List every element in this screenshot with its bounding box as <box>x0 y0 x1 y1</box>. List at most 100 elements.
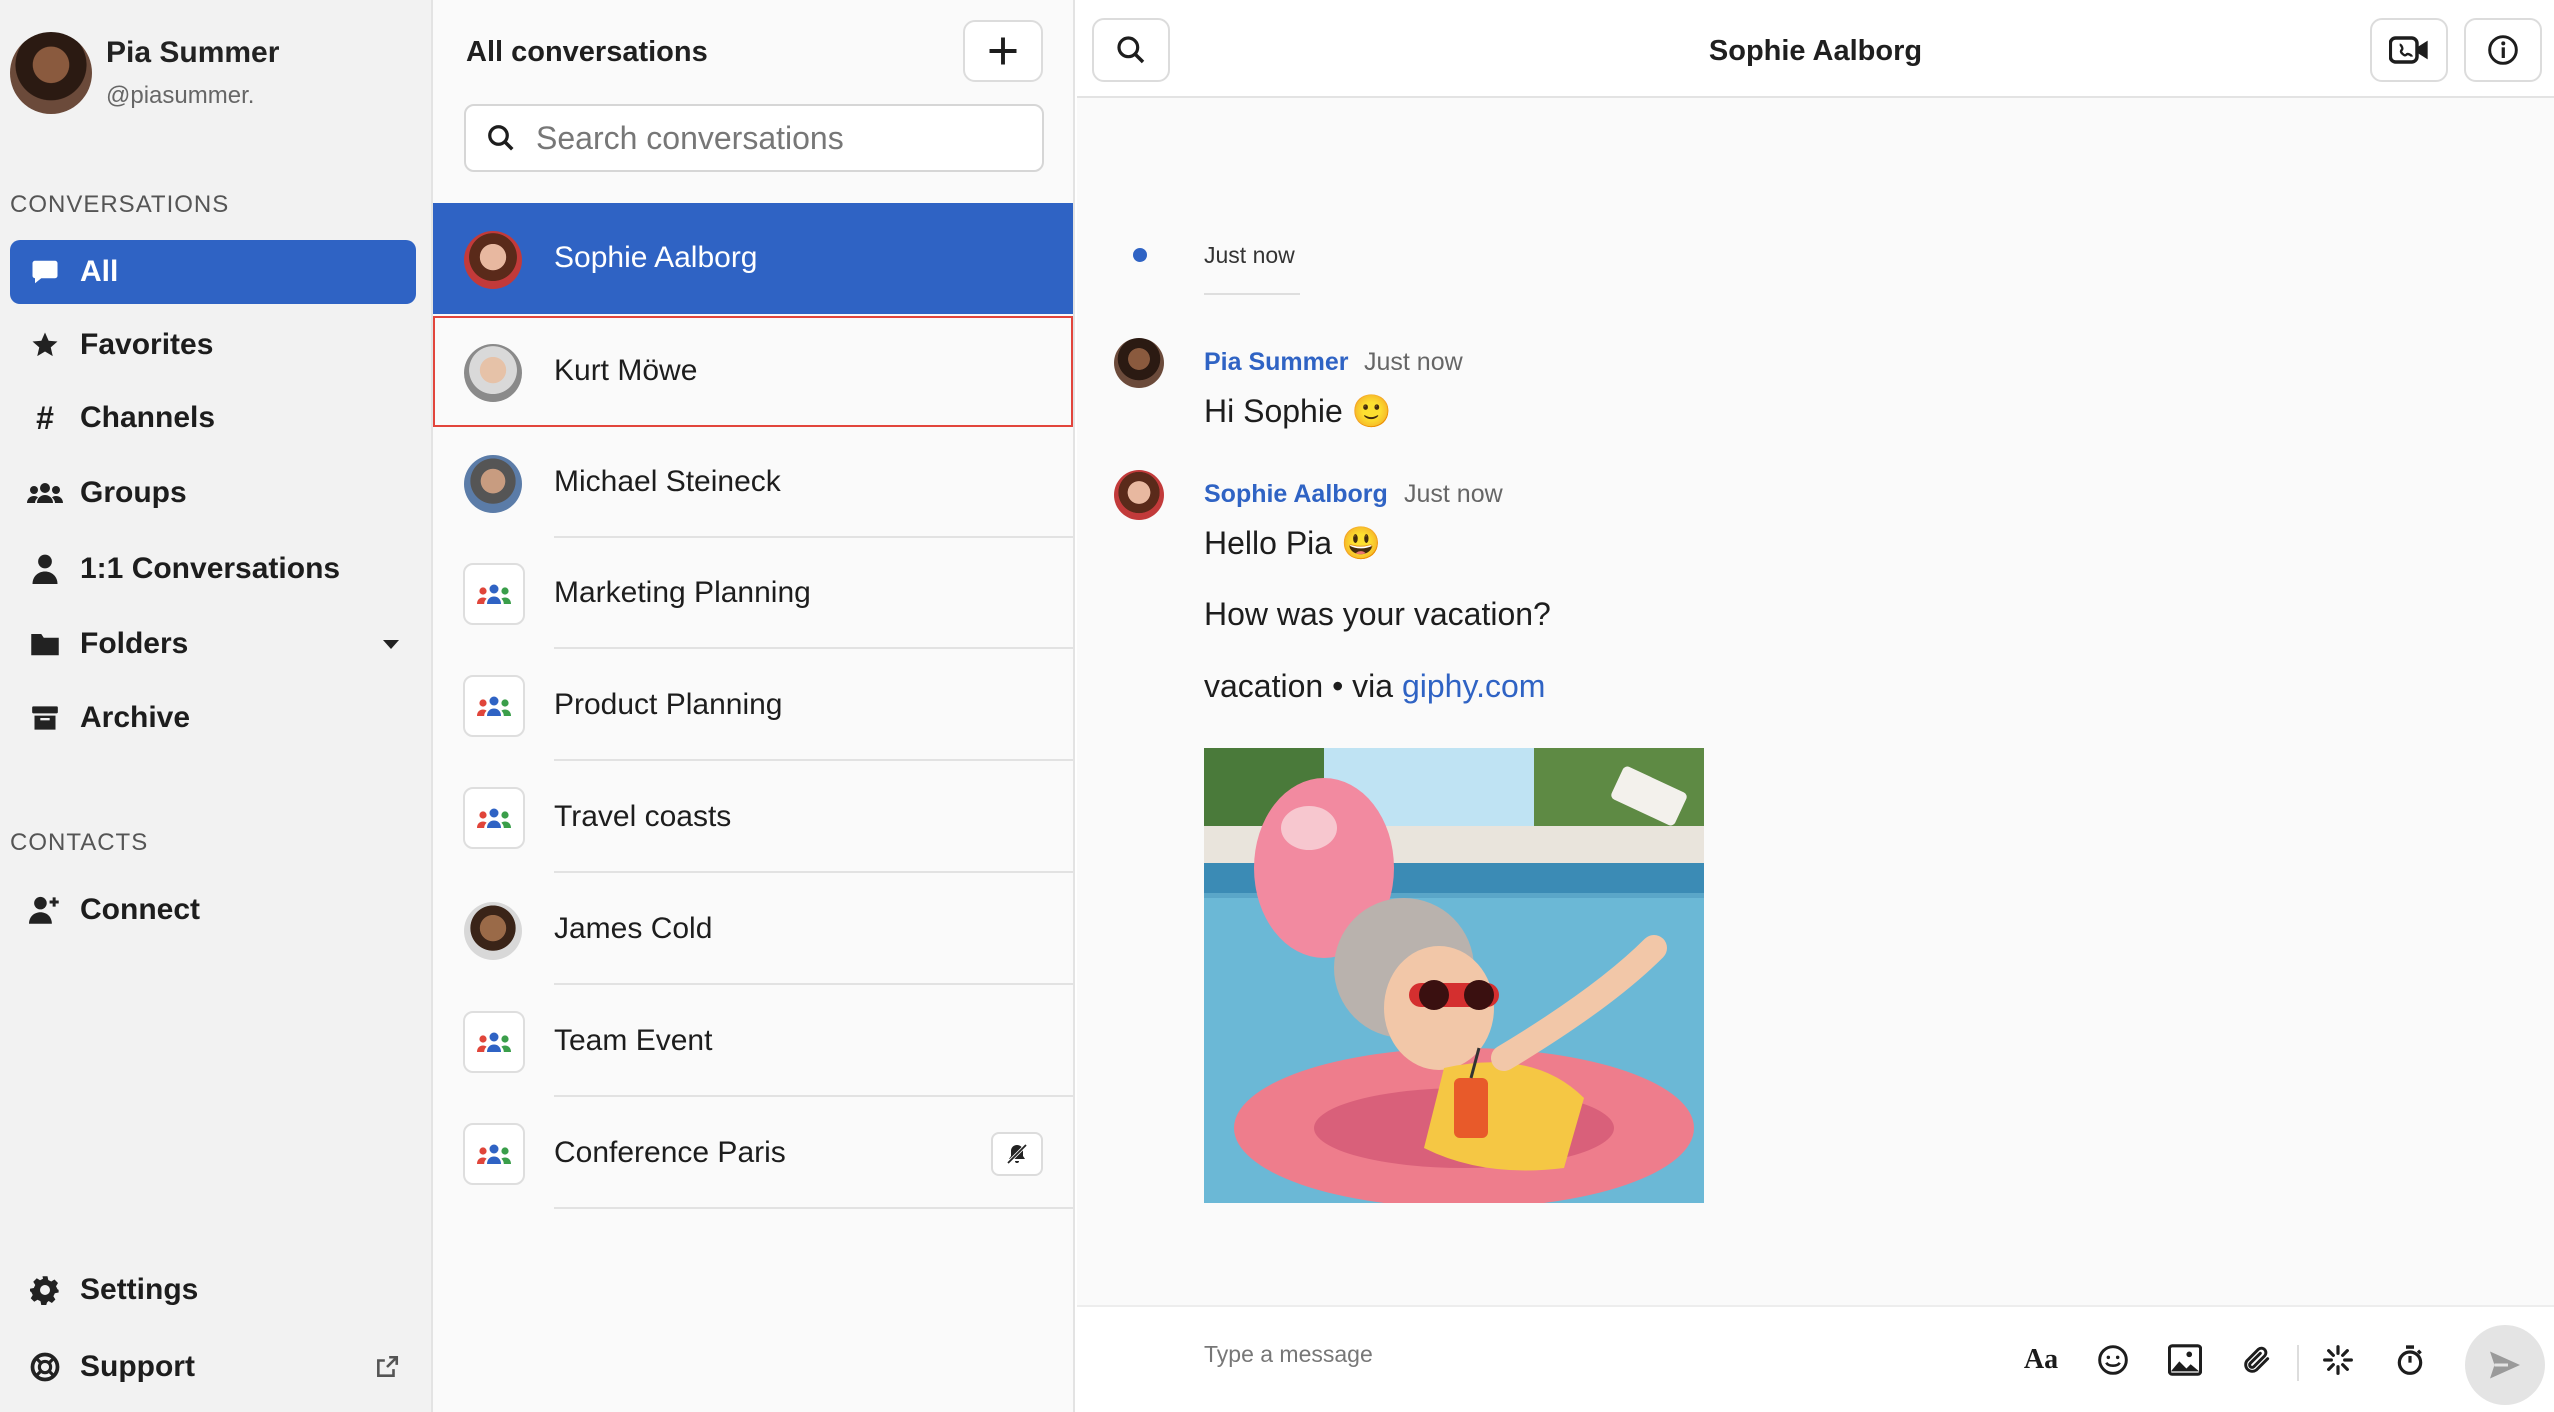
user-avatar <box>10 32 92 114</box>
gear-icon <box>10 1275 80 1305</box>
muted-bell-icon <box>991 1132 1043 1176</box>
attachment-button[interactable] <box>2232 1335 2282 1385</box>
user-profile[interactable]: Pia Summer @piasummer. <box>10 32 420 116</box>
sidebar-item-label: Channels <box>80 401 216 434</box>
folder-icon <box>10 631 80 657</box>
image-upload-button[interactable] <box>2160 1335 2210 1385</box>
conversation-item[interactable]: Travel coasts <box>433 762 1073 873</box>
message-text: Hi Sophie 🙂 <box>1204 393 1392 429</box>
avatar <box>464 455 522 513</box>
sidebar-item-connect[interactable]: Connect <box>10 878 416 942</box>
gif-image[interactable] <box>1204 748 1704 1203</box>
star-icon <box>10 330 80 360</box>
sidebar-item-label: 1:1 Conversations <box>80 552 341 585</box>
sidebar-item-label: Folders <box>80 627 189 660</box>
sidebar-item-archive[interactable]: Archive <box>10 686 416 750</box>
paperclip-icon <box>2244 1346 2270 1373</box>
sidebar-item-label: Favorites <box>80 328 214 361</box>
sidebar-item-label: Connect <box>80 893 200 926</box>
conversation-item[interactable]: Michael Steineck <box>433 427 1073 538</box>
info-button[interactable] <box>2464 18 2542 82</box>
image-icon <box>2168 1344 2202 1376</box>
sidebar-item-groups[interactable]: Groups <box>10 461 416 525</box>
lifebuoy-icon <box>10 1352 80 1382</box>
giphy-link[interactable]: giphy.com <box>1402 668 1545 704</box>
send-button[interactable] <box>2465 1325 2545 1405</box>
user-plus-icon <box>10 896 80 924</box>
message-sender[interactable]: Pia Summer <box>1204 348 1349 377</box>
avatar <box>1114 338 1164 388</box>
chat-bubble-icon <box>10 257 80 287</box>
gif-caption-text: vacation • via <box>1204 668 1402 704</box>
conversation-search[interactable] <box>464 104 1044 172</box>
sidebar-item-1-1-conversations[interactable]: 1:1 Conversations <box>10 537 416 601</box>
video-call-button[interactable] <box>2370 18 2448 82</box>
conversation-name: Travel coasts <box>554 800 732 833</box>
conversation-item[interactable]: Sophie Aalborg <box>433 203 1073 314</box>
sidebar-item-label: Archive <box>80 701 191 734</box>
sparkle-button[interactable] <box>2313 1335 2363 1385</box>
plus-icon <box>989 37 1017 65</box>
hashtag-icon: # <box>36 399 54 436</box>
sidebar-item-channels[interactable]: # Channels <box>10 386 416 450</box>
sparkle-icon <box>2323 1345 2353 1375</box>
conversation-name: Conference Paris <box>554 1136 786 1169</box>
toolbar-divider <box>2297 1345 2299 1381</box>
conversation-item[interactable]: Team Event <box>433 986 1073 1097</box>
contacts-section-label: CONTACTS <box>10 829 149 856</box>
conversations-section-label: CONVERSATIONS <box>10 191 230 218</box>
send-icon <box>2490 1351 2520 1379</box>
message-sender[interactable]: Sophie Aalborg <box>1204 480 1388 509</box>
conversation-list: All conversations Sophie Aalborg Kurt Mö… <box>433 0 1075 1412</box>
conversation-name: Sophie Aalborg <box>554 241 758 274</box>
group-icon <box>463 563 525 625</box>
message-text: How was your vacation? <box>1204 596 1551 632</box>
sidebar-item-label: All <box>80 255 119 288</box>
conversation-list-title: All conversations <box>466 36 708 68</box>
new-conversation-button[interactable] <box>963 20 1043 82</box>
video-camera-icon <box>2389 36 2428 64</box>
sidebar-item-favorites[interactable]: Favorites <box>10 313 416 377</box>
message-input[interactable] <box>1204 1341 1904 1368</box>
search-input[interactable] <box>536 119 1016 157</box>
conversation-name: Team Event <box>554 1024 713 1057</box>
sidebar-item-settings[interactable]: Settings <box>10 1258 416 1322</box>
emoji-button[interactable] <box>2088 1335 2138 1385</box>
sidebar-item-folders[interactable]: Folders <box>10 612 416 676</box>
emoji-icon <box>2098 1345 2128 1375</box>
sidebar-item-support[interactable]: Support <box>10 1335 416 1399</box>
group-icon <box>463 787 525 849</box>
conversation-item[interactable]: Marketing Planning <box>433 538 1073 649</box>
sidebar-item-all[interactable]: All <box>10 240 416 304</box>
conversation-item[interactable]: Product Planning <box>433 650 1073 761</box>
conversation-item[interactable]: Conference Paris <box>433 1098 1073 1209</box>
archive-icon <box>10 704 80 732</box>
group-icon <box>463 1123 525 1185</box>
text-format-button[interactable]: Aa <box>2016 1335 2066 1385</box>
divider <box>1204 293 1300 295</box>
text-format-icon: Aa <box>2023 1344 2059 1375</box>
sidebar-item-label: Groups <box>80 476 187 509</box>
info-icon <box>2488 35 2518 65</box>
chevron-down-icon[interactable] <box>382 612 400 676</box>
users-icon <box>10 479 80 507</box>
conversation-name: Kurt Möwe <box>554 354 698 387</box>
message-composer: Aa <box>1077 1305 2554 1412</box>
conversation-item[interactable]: James Cold <box>433 874 1073 985</box>
avatar <box>464 231 522 289</box>
external-link-icon[interactable] <box>374 1335 400 1399</box>
timer-button[interactable] <box>2385 1335 2435 1385</box>
sidebar-item-label: Support <box>80 1350 195 1383</box>
chat-header: Sophie Aalborg <box>1077 0 2554 98</box>
conversation-name: James Cold <box>554 912 713 945</box>
avatar <box>1114 470 1164 520</box>
system-timestamp: Just now <box>1204 242 1295 268</box>
conversation-item[interactable]: Kurt Möwe <box>433 316 1073 427</box>
avatar <box>464 902 522 960</box>
search-icon <box>466 123 536 153</box>
message-time: Just now <box>1404 480 1503 508</box>
sidebar-item-label: Settings <box>80 1273 199 1306</box>
message-text: Hello Pia 😃 <box>1204 525 1381 561</box>
sidebar: Pia Summer @piasummer. CONVERSATIONS All… <box>0 0 433 1412</box>
new-message-dot <box>1133 248 1147 262</box>
